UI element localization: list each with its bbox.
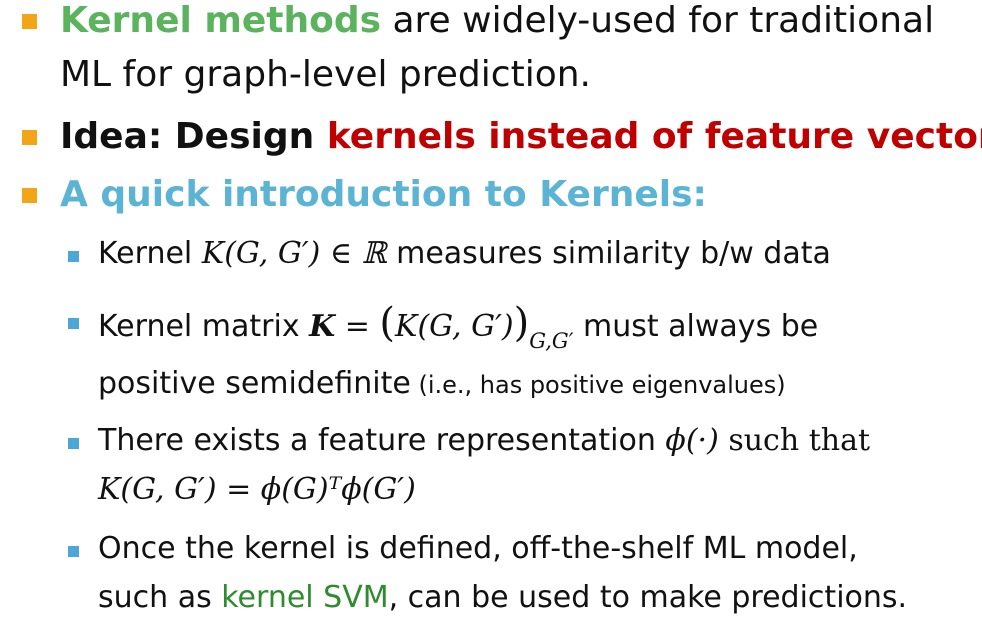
slide: Kernel methods are widely-used for tradi… (0, 0, 982, 627)
idea-lead: Idea: Design (60, 116, 327, 157)
bullet-marker-3 (22, 188, 37, 203)
sub-3-pre: There exists a feature representation (98, 423, 666, 458)
equals-sign: = (335, 309, 380, 344)
bullet-marker-1 (22, 14, 37, 29)
bullet-1-line-2: ML for graph-level prediction. (60, 54, 591, 95)
sub-4-pre: such as (98, 580, 222, 615)
bullet-1-line-1: Kernel methods are widely-used for tradi… (60, 0, 934, 41)
sub-2-pre: Kernel matrix (98, 309, 310, 344)
paren-open: ( (379, 300, 396, 346)
sub-1-pre: Kernel (98, 236, 202, 271)
bullet-2: Idea: Design kernels instead of feature … (60, 116, 982, 157)
kernel-methods-highlight: Kernel methods (60, 0, 382, 41)
kernel-formula: K(G, G′) ∈ ℝ (201, 236, 387, 271)
sub-bullet-1: Kernel K(G, G′) ∈ ℝ measures similarity … (98, 236, 831, 271)
sub-bullet-4-line-2: such as kernel SVM, can be used to make … (98, 580, 907, 615)
sub-2-post: must always be (573, 309, 819, 344)
sub-bullet-marker-3 (68, 438, 79, 449)
eigenvalues-note: (i.e., has positive eigenvalues) (410, 371, 786, 399)
bullet-1-text: are widely-used for traditional (381, 0, 935, 41)
sub-4-post: , can be used to make predictions. (388, 580, 908, 615)
sub-bullet-marker-4 (68, 546, 79, 557)
sub-bullet-4-line-1: Once the kernel is defined, off-the-shel… (98, 531, 858, 566)
sub-bullet-marker-2 (68, 318, 79, 329)
kernel-matrix-inner: K(G, G′) (395, 309, 514, 344)
sub-bullet-3-line-1: There exists a feature representation ϕ(… (98, 423, 870, 458)
sub-bullet-2-line-2: positive semidefinite (i.e., has positiv… (98, 366, 786, 401)
paren-close: ) (513, 300, 530, 346)
kernel-matrix-symbol: K (309, 309, 336, 344)
sub-bullet-marker-1 (68, 251, 79, 262)
matrix-subscript: G,G′ (529, 329, 574, 353)
feature-formula: K(G, G′) = ϕ(G)ᵀϕ(G′) (98, 472, 416, 507)
sub-bullet-2-line-1: Kernel matrix K = (K(G, G′))G,G′ must al… (98, 300, 819, 353)
phi-symbol: ϕ(·) (665, 423, 719, 458)
sub-3-post: such that (718, 423, 871, 458)
idea-highlight: kernels instead of feature vectors (326, 116, 982, 157)
positive-semidefinite: positive semidefinite (98, 366, 411, 401)
kernel-svm-highlight: kernel SVM (221, 580, 389, 615)
bullet-marker-2 (22, 130, 37, 145)
sub-1-post: measures similarity b/w data (386, 236, 831, 271)
bullet-3: A quick introduction to Kernels: (60, 174, 707, 215)
